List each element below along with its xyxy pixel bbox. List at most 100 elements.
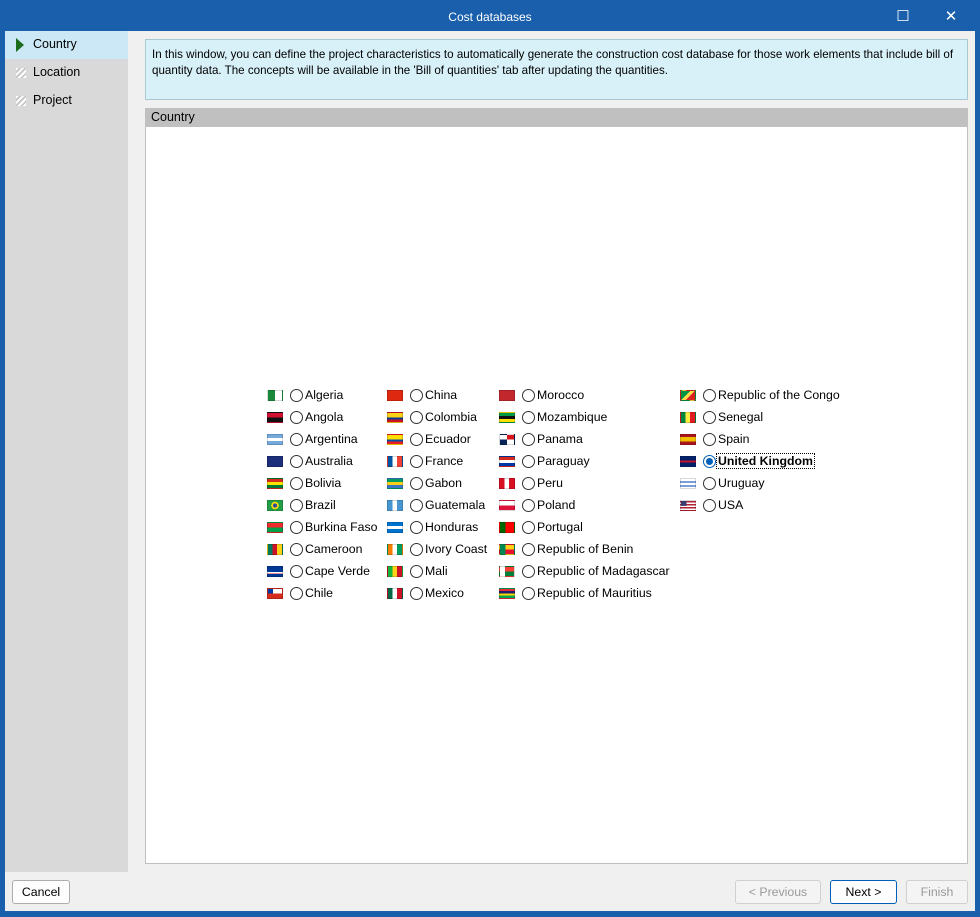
country-label[interactable]: Brazil: [305, 498, 336, 512]
radio-button[interactable]: [410, 477, 423, 490]
radio-button[interactable]: [290, 455, 303, 468]
country-label[interactable]: Honduras: [425, 520, 478, 534]
radio-button[interactable]: [290, 433, 303, 446]
country-label[interactable]: Peru: [537, 476, 563, 490]
flag-icon: [267, 456, 283, 467]
radio-button[interactable]: [522, 587, 535, 600]
flag-icon: [680, 412, 696, 423]
radio-button[interactable]: [703, 389, 716, 402]
country-label[interactable]: Ecuador: [425, 432, 471, 446]
radio-button[interactable]: [410, 543, 423, 556]
radio-button[interactable]: [703, 499, 716, 512]
country-label[interactable]: Spain: [718, 432, 749, 446]
country-label[interactable]: Colombia: [425, 410, 477, 424]
country-label[interactable]: Senegal: [718, 410, 763, 424]
radio-button[interactable]: [522, 389, 535, 402]
previous-button[interactable]: < Previous: [735, 880, 821, 904]
country-label[interactable]: Ivory Coast: [425, 542, 487, 556]
radio-button[interactable]: [522, 543, 535, 556]
country-label[interactable]: USA: [718, 498, 743, 512]
flag-icon: [267, 500, 283, 511]
window-title: Cost databases: [448, 10, 532, 24]
sidebar-item-project[interactable]: Project: [5, 87, 128, 115]
country-label[interactable]: Australia: [305, 454, 353, 468]
radio-button[interactable]: [410, 411, 423, 424]
country-label[interactable]: Poland: [537, 498, 575, 512]
radio-button[interactable]: [410, 389, 423, 402]
flag-icon: [499, 412, 515, 423]
country-label[interactable]: Cameroon: [305, 542, 362, 556]
radio-button[interactable]: [290, 477, 303, 490]
country-label[interactable]: Morocco: [537, 388, 584, 402]
country-label[interactable]: Mexico: [425, 586, 464, 600]
radio-button[interactable]: [522, 499, 535, 512]
country-label[interactable]: Guatemala: [425, 498, 485, 512]
sidebar: Country Location Project: [5, 31, 128, 872]
country-label[interactable]: Bolivia: [305, 476, 341, 490]
radio-button[interactable]: [522, 521, 535, 534]
close-button[interactable]: ✕: [928, 0, 974, 32]
radio-button[interactable]: [410, 455, 423, 468]
country-label[interactable]: Paraguay: [537, 454, 590, 468]
radio-button[interactable]: [410, 565, 423, 578]
maximize-button[interactable]: ☐: [880, 0, 926, 32]
flag-icon: [680, 434, 696, 445]
radio-button[interactable]: [522, 455, 535, 468]
radio-button[interactable]: [290, 587, 303, 600]
cancel-button[interactable]: Cancel: [12, 880, 70, 904]
country-label[interactable]: Republic of Madagascar: [537, 564, 670, 578]
country-label[interactable]: Angola: [305, 410, 343, 424]
radio-button[interactable]: [290, 521, 303, 534]
flag-icon: [267, 544, 283, 555]
country-label[interactable]: United Kingdom: [716, 453, 815, 469]
country-label[interactable]: Argentina: [305, 432, 358, 446]
radio-button[interactable]: [290, 411, 303, 424]
radio-button[interactable]: [703, 433, 716, 446]
radio-button[interactable]: [290, 499, 303, 512]
country-label[interactable]: Panama: [537, 432, 583, 446]
radio-button[interactable]: [290, 543, 303, 556]
radio-button[interactable]: [703, 455, 716, 468]
flag-icon: [387, 412, 403, 423]
sidebar-item-location[interactable]: Location: [5, 59, 128, 87]
flag-icon: [387, 566, 403, 577]
radio-button[interactable]: [290, 565, 303, 578]
country-label[interactable]: Chile: [305, 586, 333, 600]
next-button[interactable]: Next >: [830, 880, 897, 904]
country-label[interactable]: Cape Verde: [305, 564, 370, 578]
radio-button[interactable]: [703, 477, 716, 490]
country-label[interactable]: Mozambique: [537, 410, 607, 424]
dialog-client: Country Location Project In this window,…: [5, 31, 975, 911]
country-label[interactable]: Republic of Mauritius: [537, 586, 652, 600]
country-label[interactable]: China: [425, 388, 457, 402]
flag-icon: [267, 478, 283, 489]
radio-button[interactable]: [522, 411, 535, 424]
country-label[interactable]: Algeria: [305, 388, 343, 402]
pending-step-icon: [16, 68, 26, 78]
flag-icon: [499, 434, 515, 445]
country-label[interactable]: Burkina Faso: [305, 520, 377, 534]
country-label[interactable]: France: [425, 454, 463, 468]
flag-icon: [680, 500, 696, 511]
flag-icon: [499, 456, 515, 467]
radio-button[interactable]: [410, 499, 423, 512]
finish-button[interactable]: Finish: [906, 880, 968, 904]
country-label[interactable]: Portugal: [537, 520, 583, 534]
flag-icon: [267, 566, 283, 577]
radio-button[interactable]: [522, 565, 535, 578]
country-label[interactable]: Mali: [425, 564, 448, 578]
country-label[interactable]: Republic of the Congo: [718, 388, 840, 402]
flag-icon: [387, 478, 403, 489]
radio-button[interactable]: [522, 433, 535, 446]
country-label[interactable]: Republic of Benin: [537, 542, 633, 556]
radio-button[interactable]: [410, 587, 423, 600]
radio-button[interactable]: [410, 521, 423, 534]
radio-button[interactable]: [703, 411, 716, 424]
country-label[interactable]: Uruguay: [718, 476, 764, 490]
radio-button[interactable]: [522, 477, 535, 490]
country-label[interactable]: Gabon: [425, 476, 462, 490]
info-box: In this window, you can define the proje…: [145, 39, 968, 100]
radio-button[interactable]: [410, 433, 423, 446]
sidebar-item-country[interactable]: Country: [5, 31, 128, 59]
radio-button[interactable]: [290, 389, 303, 402]
